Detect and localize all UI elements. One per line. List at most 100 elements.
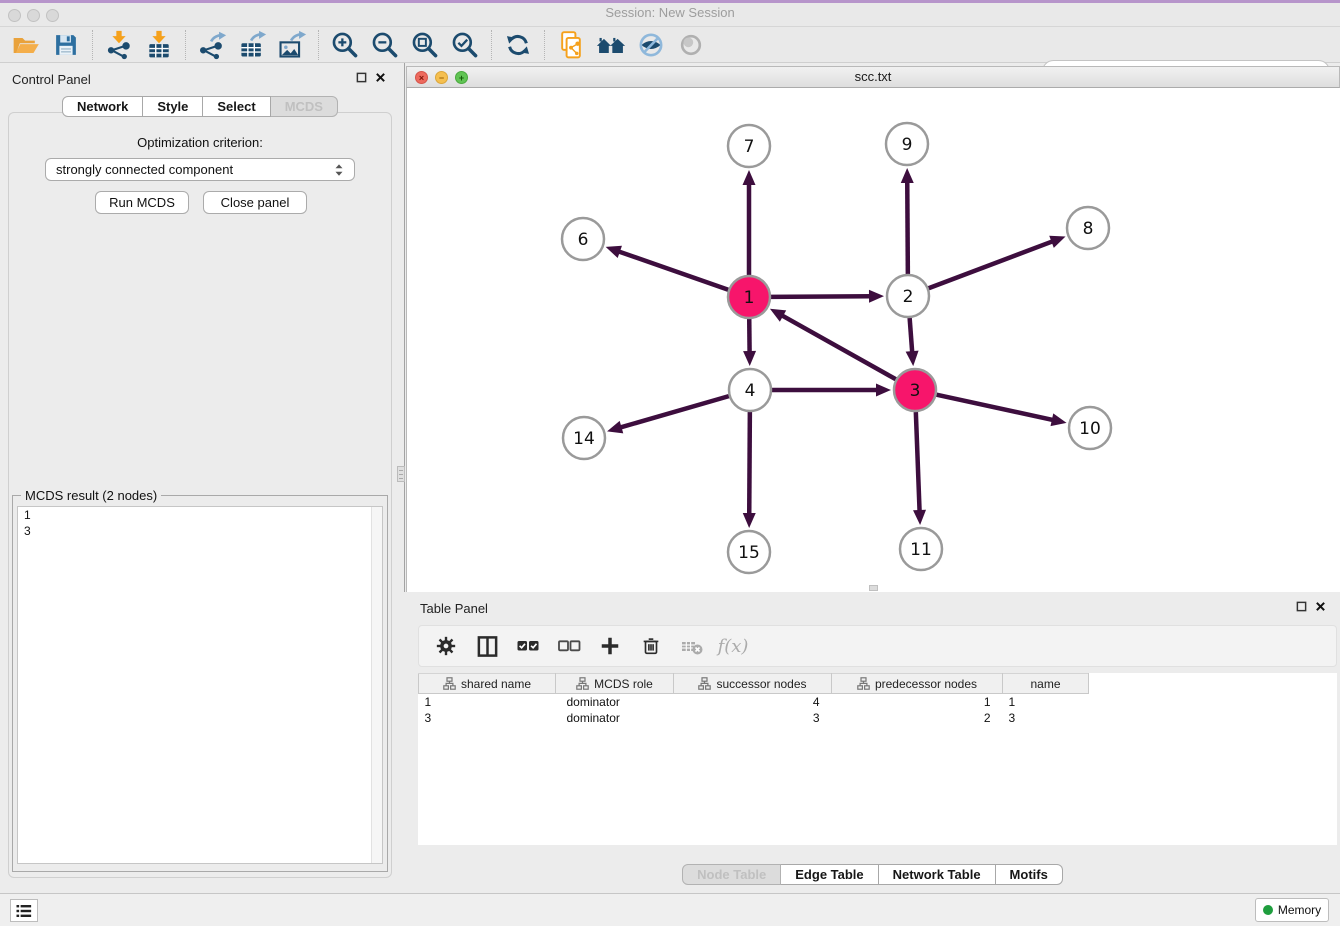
graph-edge-1-2[interactable] xyxy=(771,296,871,297)
graph-edge-3-10[interactable] xyxy=(936,395,1053,420)
cell-predecessor-nodes[interactable]: 1 xyxy=(832,694,1003,710)
cell-successor-nodes[interactable]: 3 xyxy=(674,710,832,726)
graph-edge-arrowhead xyxy=(606,246,622,258)
refresh-layout-icon[interactable] xyxy=(501,28,535,62)
export-table-icon[interactable] xyxy=(235,28,269,62)
cell-name[interactable]: 1 xyxy=(1003,694,1089,710)
memory-status-icon xyxy=(1263,905,1273,915)
graph-edge-2-8[interactable] xyxy=(929,241,1054,288)
table-row[interactable]: 1dominator411 xyxy=(419,694,1338,710)
column-type-icon xyxy=(576,677,589,690)
cell-MCDS-role[interactable]: dominator xyxy=(556,710,674,726)
delete-column-icon[interactable] xyxy=(638,633,664,659)
control-panel-tabs: NetworkStyleSelectMCDS xyxy=(0,96,400,117)
table-panel-title: Table Panel xyxy=(420,601,488,616)
select-all-icon[interactable] xyxy=(515,633,541,659)
cell-MCDS-role[interactable]: dominator xyxy=(556,694,674,710)
network-canvas[interactable]: 1234678910111415 xyxy=(406,88,1340,592)
graph-node-label-15: 15 xyxy=(738,543,760,563)
cell-successor-nodes[interactable]: 4 xyxy=(674,694,832,710)
hide-graphics-icon[interactable] xyxy=(634,28,668,62)
save-icon[interactable] xyxy=(49,28,83,62)
column-header-shared-name[interactable]: shared name xyxy=(419,674,556,694)
deselect-all-icon[interactable] xyxy=(556,633,582,659)
tab-select[interactable]: Select xyxy=(203,96,270,117)
network-graph[interactable]: 1234678910111415 xyxy=(407,88,1340,592)
network-documents-icon[interactable] xyxy=(554,28,588,62)
graph-node-label-14: 14 xyxy=(573,429,595,449)
tab-style[interactable]: Style xyxy=(143,96,203,117)
graph-edge-arrowhead xyxy=(743,513,756,528)
graph-node-label-10: 10 xyxy=(1079,419,1101,439)
add-column-icon[interactable] xyxy=(597,633,623,659)
toolbar-separator xyxy=(544,30,545,60)
close-panel-button[interactable]: Close panel xyxy=(203,191,307,214)
column-header-name[interactable]: name xyxy=(1003,674,1089,694)
table-tabs: Node TableEdge TableNetwork TableMotifs xyxy=(405,864,1340,885)
graph-node-label-3: 3 xyxy=(910,381,921,401)
float-panel-icon[interactable] xyxy=(356,72,367,83)
open-folder-icon[interactable] xyxy=(9,28,43,62)
tab-motifs[interactable]: Motifs xyxy=(996,864,1063,885)
cell-shared-name[interactable]: 3 xyxy=(419,710,556,726)
mcds-result-textarea[interactable]: 13 xyxy=(17,506,383,864)
graph-edge-arrowhead xyxy=(876,384,891,397)
gear-icon[interactable] xyxy=(433,633,459,659)
graph-edge-arrowhead xyxy=(906,351,919,366)
columns-icon[interactable] xyxy=(474,633,500,659)
window-titlebar: Session: New Session xyxy=(0,0,1340,27)
network-window-title: scc.txt xyxy=(406,69,1340,84)
column-header-predecessor-nodes[interactable]: predecessor nodes xyxy=(832,674,1003,694)
tab-mcds[interactable]: MCDS xyxy=(271,96,338,117)
import-network-icon[interactable] xyxy=(102,28,136,62)
canvas-resize-grip[interactable] xyxy=(869,585,878,591)
close-panel-icon[interactable] xyxy=(1315,601,1326,612)
result-scrollbar[interactable] xyxy=(371,507,382,863)
graph-edge-1-6[interactable] xyxy=(618,251,728,290)
select-stepper-icon xyxy=(332,162,346,178)
export-network-icon[interactable] xyxy=(195,28,229,62)
export-image-icon[interactable] xyxy=(275,28,309,62)
graph-edge-arrowhead xyxy=(913,510,926,525)
run-mcds-button[interactable]: Run MCDS xyxy=(95,191,189,214)
import-table-icon[interactable] xyxy=(142,28,176,62)
tab-node-table[interactable]: Node Table xyxy=(682,864,781,885)
node-table: shared nameMCDS rolesuccessor nodesprede… xyxy=(418,673,1337,845)
zoom-in-icon[interactable] xyxy=(328,28,362,62)
column-header-successor-nodes[interactable]: successor nodes xyxy=(674,674,832,694)
zoom-selected-icon[interactable] xyxy=(448,28,482,62)
table-row[interactable]: 3dominator323 xyxy=(419,710,1338,726)
cell-name[interactable]: 3 xyxy=(1003,710,1089,726)
control-panel: Control Panel NetworkStyleSelectMCDS Opt… xyxy=(0,63,400,888)
graph-edge-2-9[interactable] xyxy=(907,181,908,274)
float-panel-icon[interactable] xyxy=(1296,601,1307,612)
panel-divider xyxy=(404,63,405,592)
graph-edge-arrowhead xyxy=(901,168,914,183)
graph-edge-4-14[interactable] xyxy=(620,396,729,428)
column-header-MCDS-role[interactable]: MCDS role xyxy=(556,674,674,694)
criterion-select[interactable]: strongly connected component xyxy=(45,158,355,181)
graph-node-label-6: 6 xyxy=(578,230,589,250)
memory-label: Memory xyxy=(1278,903,1321,917)
tab-edge-table[interactable]: Edge Table xyxy=(781,864,878,885)
cell-shared-name[interactable]: 1 xyxy=(419,694,556,710)
tab-network[interactable]: Network xyxy=(62,96,143,117)
tab-network-table[interactable]: Network Table xyxy=(879,864,996,885)
graph-edge-arrowhead xyxy=(743,170,756,185)
zoom-fit-icon[interactable] xyxy=(408,28,442,62)
graph-edge-arrowhead xyxy=(743,351,756,366)
graph-edge-4-15[interactable] xyxy=(749,412,750,515)
show-graphics-icon[interactable] xyxy=(674,28,708,62)
home-icon[interactable] xyxy=(594,28,628,62)
task-history-button[interactable] xyxy=(10,899,38,922)
control-panel-title: Control Panel xyxy=(12,72,91,87)
zoom-out-icon[interactable] xyxy=(368,28,402,62)
cell-predecessor-nodes[interactable]: 2 xyxy=(832,710,1003,726)
graph-edge-3-1[interactable] xyxy=(781,315,896,379)
column-type-icon xyxy=(698,677,711,690)
close-panel-icon[interactable] xyxy=(375,72,386,83)
splitter-grip[interactable] xyxy=(397,466,405,482)
graph-edge-2-3[interactable] xyxy=(910,318,913,353)
graph-edge-3-11[interactable] xyxy=(916,412,920,512)
memory-button[interactable]: Memory xyxy=(1255,898,1329,922)
